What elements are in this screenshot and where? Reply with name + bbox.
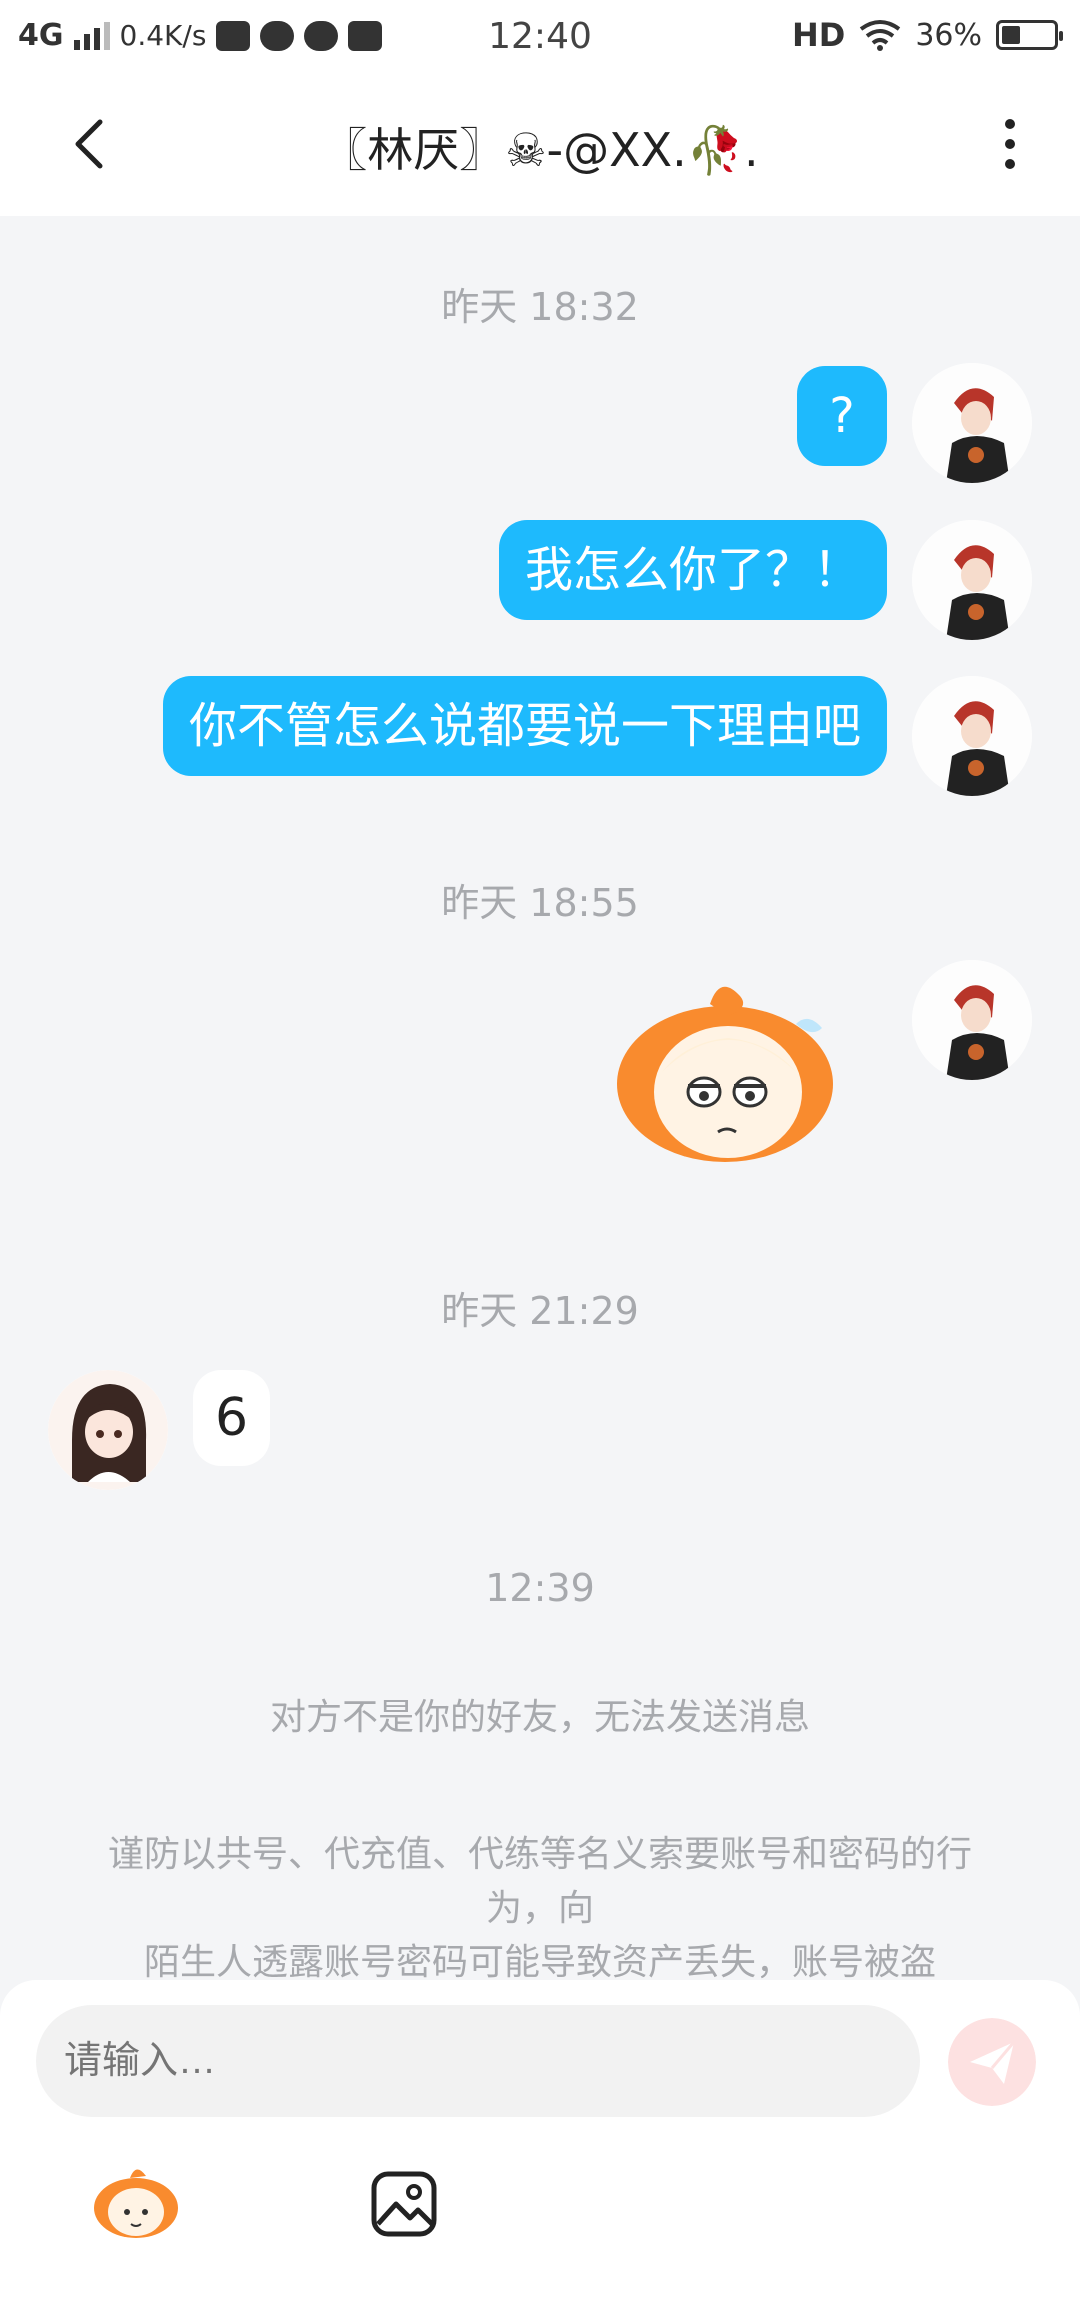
contact-avatar[interactable] bbox=[48, 1370, 168, 1490]
contact-avatar-image bbox=[48, 1370, 168, 1490]
send-button[interactable] bbox=[948, 2018, 1036, 2106]
outgoing-message[interactable]: 我怎么你了？！ bbox=[498, 520, 887, 620]
chat-header: 〖林厌〗☠-@XX.🥀. bbox=[0, 72, 1080, 216]
not-friend-notice: 对方不是你的好友，无法发送消息 bbox=[269, 1697, 810, 1738]
security-warning-line: 谨防以共号、代充值、代练等名义索要账号和密码的行为，向 bbox=[107, 1834, 972, 1929]
timestamp: 12:39 bbox=[485, 1566, 595, 1610]
sticker-message[interactable] bbox=[600, 972, 850, 1172]
my-avatar-image bbox=[912, 960, 1032, 1080]
my-avatar[interactable] bbox=[912, 363, 1032, 483]
more-options-icon[interactable] bbox=[990, 114, 1030, 174]
wifi-icon bbox=[860, 20, 901, 51]
incoming-message[interactable]: 6 bbox=[193, 1370, 271, 1466]
my-avatar[interactable] bbox=[912, 520, 1032, 640]
timestamp: 昨天 18:55 bbox=[441, 881, 639, 925]
security-warning: 谨防以共号、代充值、代练等名义索要账号和密码的行为，向 陌生人透露账号密码可能导… bbox=[80, 1828, 1000, 1990]
timestamp: 昨天 21:29 bbox=[441, 1289, 639, 1333]
my-avatar[interactable] bbox=[912, 960, 1032, 1080]
timestamp: 昨天 18:32 bbox=[441, 285, 639, 329]
message-input[interactable] bbox=[36, 2005, 920, 2117]
my-avatar-image bbox=[912, 363, 1032, 483]
image-picker-icon[interactable] bbox=[370, 2170, 438, 2238]
outgoing-message[interactable]: ? bbox=[797, 366, 887, 466]
outgoing-message[interactable]: 你不管怎么说都要说一下理由吧 bbox=[162, 676, 887, 776]
my-avatar-image bbox=[912, 676, 1032, 796]
status-right: HD 36% bbox=[791, 16, 1063, 54]
battery-icon bbox=[996, 20, 1063, 50]
battery-percent: 36% bbox=[915, 17, 982, 53]
chat-title: 〖林厌〗☠-@XX.🥀. bbox=[321, 123, 759, 177]
back-arrow-icon[interactable] bbox=[62, 114, 122, 174]
input-panel bbox=[0, 1980, 1080, 2297]
status-bar: 4G 0.4K/s 12:40 HD 36% bbox=[0, 0, 1080, 72]
hd-indicator: HD bbox=[791, 16, 846, 54]
my-avatar-image bbox=[912, 520, 1032, 640]
my-avatar[interactable] bbox=[912, 676, 1032, 796]
emoji-sticker-icon[interactable] bbox=[92, 2162, 180, 2242]
